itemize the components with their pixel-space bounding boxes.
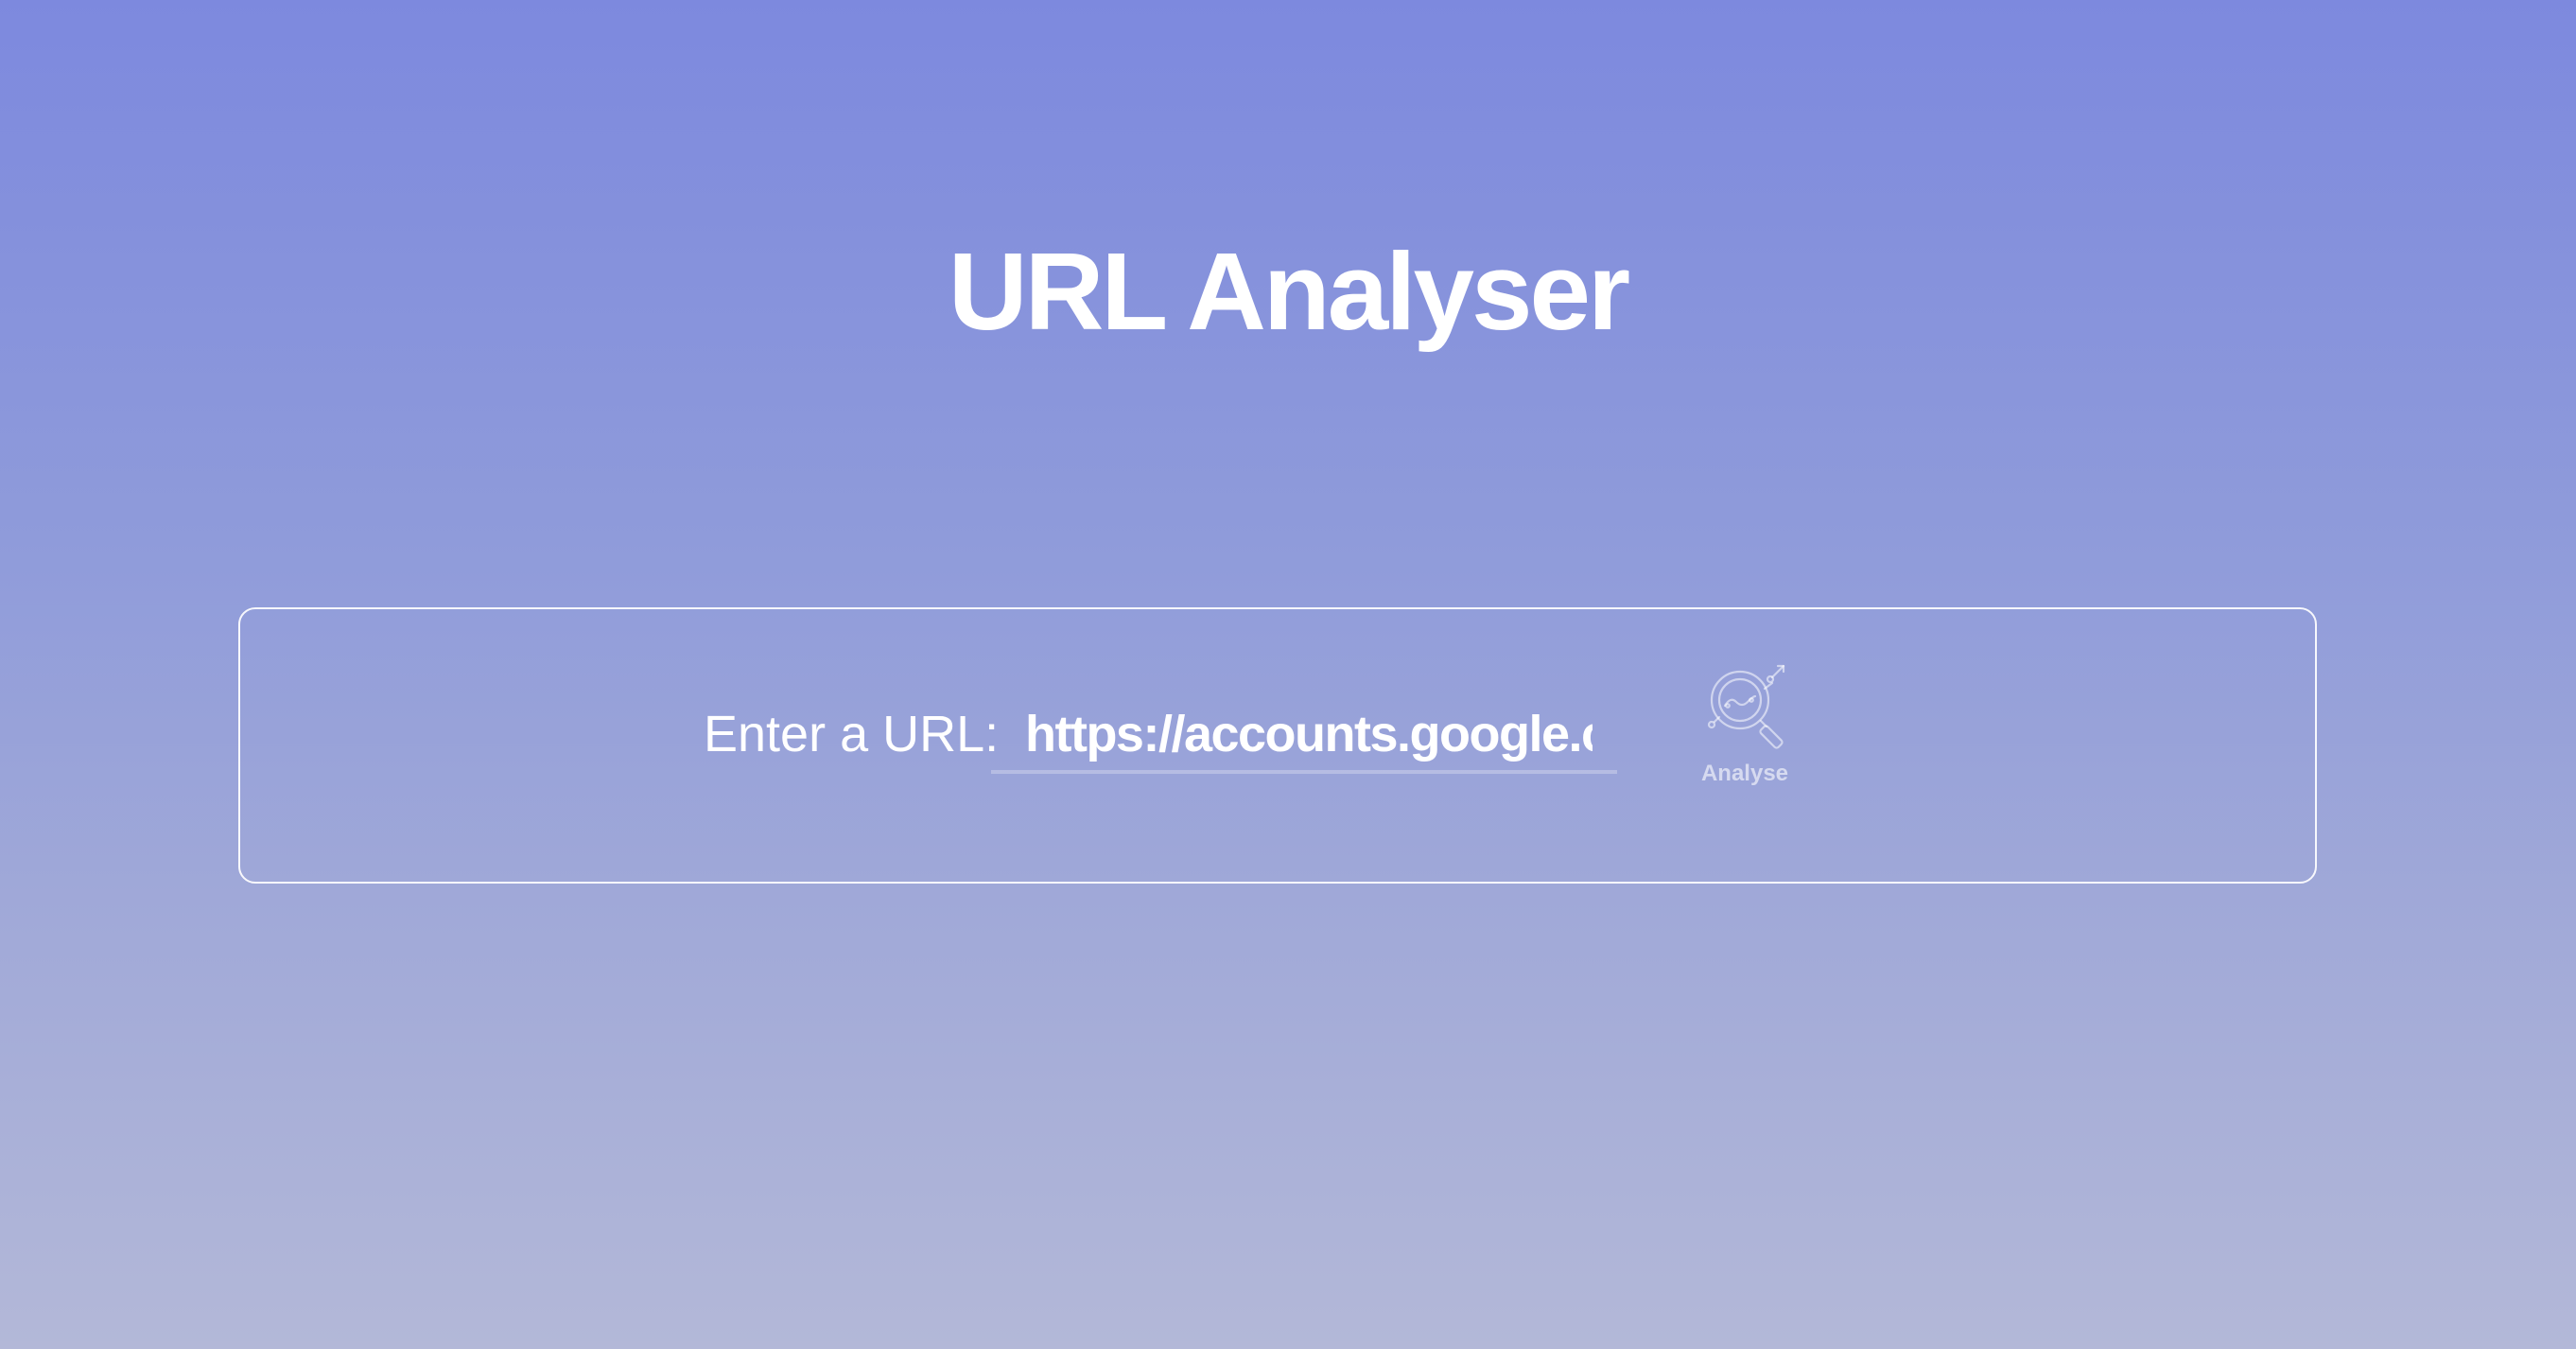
url-input[interactable] [1025,702,1593,766]
analyse-magnifier-icon [1707,664,1785,749]
page-title: URL Analyser [948,230,1630,353]
analyse-label: Analyse [1700,761,1789,786]
url-field[interactable] [991,685,1617,774]
url-label: Enter a URL: [704,706,1000,762]
analyse-button[interactable]: Analyse [1683,664,1806,787]
url-form-panel: Enter a URL: Analyse [238,607,2317,884]
